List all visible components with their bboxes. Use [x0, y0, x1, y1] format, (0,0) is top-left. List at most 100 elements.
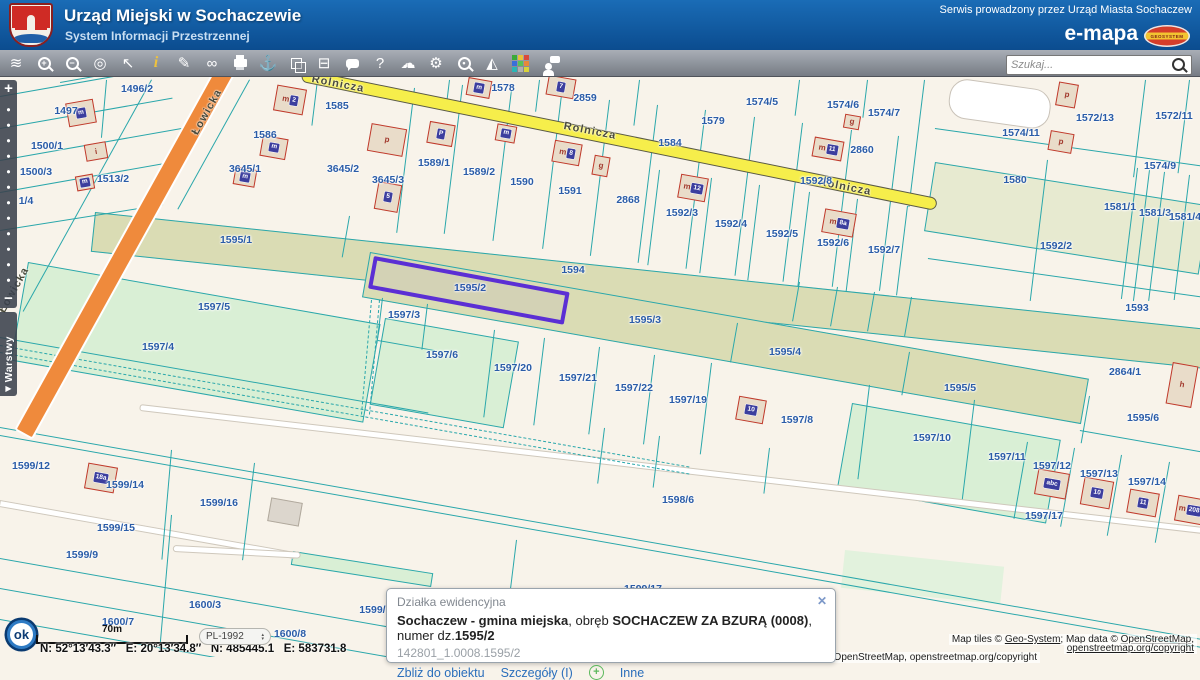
building: P — [426, 121, 455, 147]
emapa-brand: e-mapa — [1064, 22, 1138, 46]
search-box — [1006, 55, 1192, 75]
parcel-boundary-line — [879, 136, 899, 291]
parcel-id-code: 142801_1.0008.1595/2 — [397, 646, 825, 660]
parcel-boundary-line — [797, 192, 810, 286]
add-plus-icon[interactable]: + — [589, 665, 604, 680]
building-address-chip: 2 — [289, 95, 298, 106]
crs-spinner-icon[interactable]: ▴▾ — [261, 633, 264, 641]
e-mapa-app: { "header": { "title": "Urząd Miejski w … — [0, 0, 1200, 657]
parcel-label: 3645/3 — [372, 174, 404, 186]
parcel-number: 1595/2 — [455, 628, 495, 643]
parcel-label: 1597/17 — [1025, 510, 1063, 522]
parcel-label: 1598/6 — [662, 494, 694, 506]
parcel-label: 1590 — [510, 176, 533, 188]
contact-person-icon[interactable] — [538, 52, 558, 74]
crs-selector[interactable]: PL-1992 ▴▾ — [199, 628, 271, 645]
pointer-icon[interactable]: ↖ — [118, 52, 138, 74]
details-link[interactable]: Szczegóły (I) — [501, 666, 573, 680]
parcel-boundary-line — [311, 80, 318, 126]
building — [267, 497, 303, 526]
help-icon[interactable]: ? — [370, 52, 390, 74]
ok-button[interactable]: ok — [7, 620, 36, 649]
map-land-polygon — [291, 551, 433, 587]
layers-icon[interactable]: ≋ — [6, 52, 26, 74]
parcel-label: 1581/4 — [1169, 211, 1200, 223]
geo-system-link[interactable]: Geo-System — [1005, 634, 1061, 645]
zoom-slider-bar: + − — [0, 80, 17, 308]
extent-select-icon[interactable]: ◎ — [90, 52, 110, 74]
zoom-out-icon[interactable]: − — [62, 52, 82, 74]
zoom-in-plus: + — [41, 59, 46, 68]
building: m8 — [551, 140, 582, 167]
layout-panels-icon[interactable]: ⊟ — [314, 52, 334, 74]
map-land-polygon — [837, 403, 1061, 524]
coordinates-readout: N: 52°13′43.3″ E: 20°13′34.8″ N: 485445.… — [40, 643, 346, 655]
parcel-label: 1592/8 — [800, 175, 832, 187]
parcel-label: 1599/9 — [66, 549, 98, 561]
parcel-label: 3645/1 — [229, 163, 261, 175]
district-name: SOCHACZEW ZA BZURĄ (0008) — [612, 613, 808, 628]
copy-view-icon[interactable] — [286, 52, 306, 74]
parcel-label: 1500/3 — [20, 166, 52, 178]
prism-3d-icon[interactable]: ◭ — [482, 52, 502, 74]
layers-tab-label: Warstwy — [3, 336, 15, 382]
search-input[interactable] — [1007, 59, 1172, 71]
parcel-label: 1597/4 — [142, 341, 174, 353]
layers-tab-arrow-icon: ▶ — [5, 384, 11, 393]
parcel-boundary-line — [588, 347, 600, 435]
search-area-icon[interactable]: • — [454, 52, 474, 74]
parcel-label: 1500/1 — [31, 140, 63, 152]
building-letter: h — [1179, 381, 1185, 390]
building: m11 — [811, 137, 844, 162]
building-letter: g — [598, 162, 604, 171]
zoom-to-object-link[interactable]: Zbliż do obiektu — [397, 666, 485, 680]
parcel-label: 1597/19 — [669, 394, 707, 406]
building-letter: g — [849, 118, 855, 127]
parcel-label: 1586 — [253, 129, 276, 141]
building: m — [75, 173, 95, 191]
search-icon[interactable] — [1172, 58, 1185, 71]
print-icon[interactable] — [230, 52, 250, 74]
parcel-label: 1597/10 — [913, 432, 951, 444]
legend-grid-icon[interactable] — [510, 52, 530, 74]
parcel-label: 1592/2 — [1040, 240, 1072, 252]
parcel-label: 1579 — [701, 115, 724, 127]
parcel-boundary-line — [396, 88, 415, 233]
search-area-dot: • — [462, 59, 465, 68]
parcel-label: 1600/3 — [189, 599, 221, 611]
parcel-label: 1592/5 — [766, 228, 798, 240]
building-letter: p — [1058, 138, 1064, 147]
parcel-boundary-line — [908, 80, 925, 207]
geosystem-logo: GEOSYSTEM — [1144, 25, 1190, 47]
osm-copyright-link[interactable]: openstreetmap.org/copyright — [1067, 643, 1194, 654]
zoom-in-button[interactable]: + — [4, 80, 13, 98]
close-icon[interactable]: ✕ — [817, 594, 827, 608]
anchor-icon[interactable]: ⚓ — [258, 52, 278, 74]
building-address-chip: 8 — [566, 148, 575, 159]
zoom-slider-track[interactable] — [0, 98, 17, 290]
parcel-label: 1592/4 — [715, 218, 747, 230]
panel-title: Działka ewidencyjna — [397, 595, 825, 609]
zoom-out-button[interactable]: − — [4, 290, 13, 308]
attr-text: Map tiles © — [952, 634, 1005, 645]
map-canvas[interactable]: mimm2mmpPmm7m8gm12m11gppm8a1018a5abc1011… — [0, 0, 1200, 657]
parcel-label: 3645/2 — [327, 163, 359, 175]
comment-icon[interactable] — [342, 52, 362, 74]
other-link[interactable]: Inne — [620, 666, 644, 680]
link-icon[interactable]: ∞ — [202, 52, 222, 74]
info-icon[interactable]: i — [146, 52, 166, 74]
layers-panel-tab[interactable]: Warstwy ▶ — [0, 312, 17, 396]
building-address-chip: 8a — [837, 218, 850, 229]
building-letter: m — [1178, 504, 1186, 513]
map-scale-bar: 70m — [36, 624, 188, 644]
building: g — [591, 155, 610, 177]
measure-icon[interactable]: ✎ — [174, 52, 194, 74]
parcel-label: 1597/21 — [559, 372, 597, 384]
download-cloud-icon[interactable]: ☁↓ — [398, 52, 418, 74]
geosystem-badge-text: GEOSYSTEM — [1150, 34, 1183, 39]
city-crest-logo — [9, 3, 53, 47]
settings-gear-icon[interactable]: ⚙ — [426, 52, 446, 74]
parcel-info-panel: Działka ewidencyjna ✕ Sochaczew - gmina … — [386, 588, 836, 663]
parcel-label: 1597/14 — [1128, 476, 1166, 488]
zoom-in-icon[interactable]: + — [34, 52, 54, 74]
